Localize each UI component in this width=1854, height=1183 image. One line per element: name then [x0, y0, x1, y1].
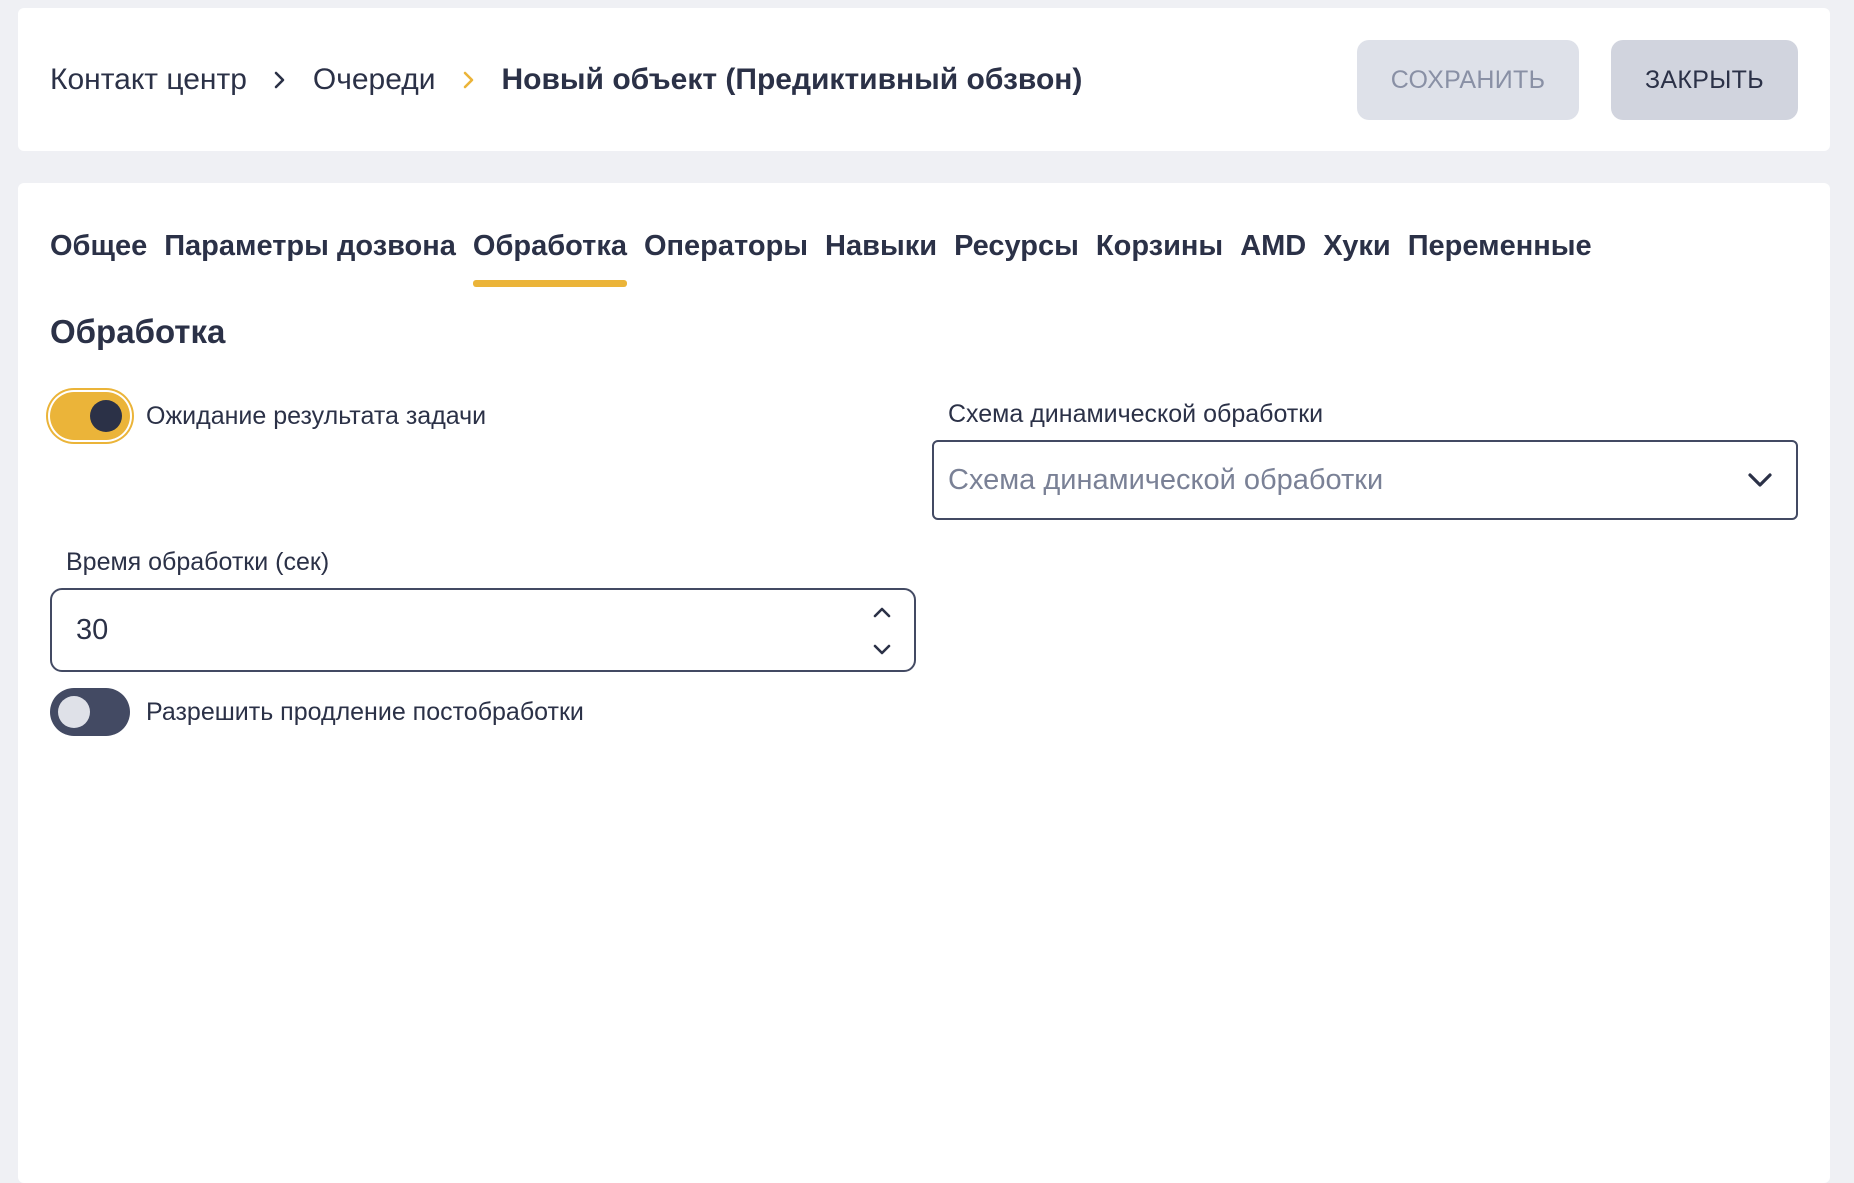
wait-result-toggle[interactable] [50, 392, 130, 440]
breadcrumb-item-queues[interactable]: Очереди [313, 63, 436, 97]
tab-resources[interactable]: Ресурсы [954, 217, 1079, 275]
allow-extension-label: Разрешить продление постобработки [146, 697, 584, 726]
tab-hooks[interactable]: Хуки [1323, 217, 1390, 275]
tab-amd[interactable]: AMD [1240, 217, 1306, 275]
number-stepper [870, 600, 894, 662]
tab-variables[interactable]: Переменные [1408, 217, 1592, 275]
toggle-knob [90, 400, 122, 432]
allow-extension-toggle[interactable] [50, 688, 130, 736]
processing-time-value: 30 [76, 613, 109, 646]
processing-time-label: Время обработки (сек) [66, 548, 330, 576]
tab-operators[interactable]: Операторы [644, 217, 808, 275]
chevron-up-icon[interactable] [870, 602, 894, 622]
section-title: Обработка [50, 313, 226, 350]
close-button[interactable]: ЗАКРЫТЬ [1611, 40, 1798, 120]
page-header: Контакт центр Очереди Новый объект (Пред… [18, 8, 1830, 151]
tab-dial-params[interactable]: Параметры дозвона [164, 217, 456, 275]
chevron-down-icon[interactable] [870, 640, 894, 660]
wait-result-label: Ожидание результата задачи [146, 401, 487, 430]
schema-label: Схема динамической обработки [948, 400, 1324, 428]
tab-processing[interactable]: Обработка [472, 217, 628, 287]
tab-baskets[interactable]: Корзины [1096, 217, 1223, 275]
allow-extension-row: Разрешить продление постобработки [50, 688, 584, 736]
tab-skills[interactable]: Навыки [825, 217, 937, 275]
wait-result-row: Ожидание результата задачи [50, 392, 486, 440]
content-panel: Общее Параметры дозвона Обработка Операт… [18, 183, 1830, 1183]
breadcrumb-item-contact-center[interactable]: Контакт центр [50, 63, 247, 97]
breadcrumb-item-current: Новый объект (Предиктивный обзвон) [501, 62, 1083, 96]
chevron-down-icon [1748, 473, 1772, 487]
processing-time-input[interactable]: 30 [50, 588, 916, 672]
schema-select[interactable]: Схема динамической обработки [932, 440, 1798, 520]
tab-general[interactable]: Общее [50, 217, 147, 275]
toggle-knob [58, 696, 90, 728]
tab-bar: Общее Параметры дозвона Обработка Операт… [50, 217, 1592, 287]
chevron-right-icon [436, 65, 502, 95]
breadcrumb: Контакт центр Очереди Новый объект (Пред… [50, 8, 1082, 151]
schema-placeholder: Схема динамической обработки [948, 463, 1384, 496]
chevron-right-icon [247, 65, 313, 95]
save-button[interactable]: СОХРАНИТЬ [1357, 40, 1579, 120]
